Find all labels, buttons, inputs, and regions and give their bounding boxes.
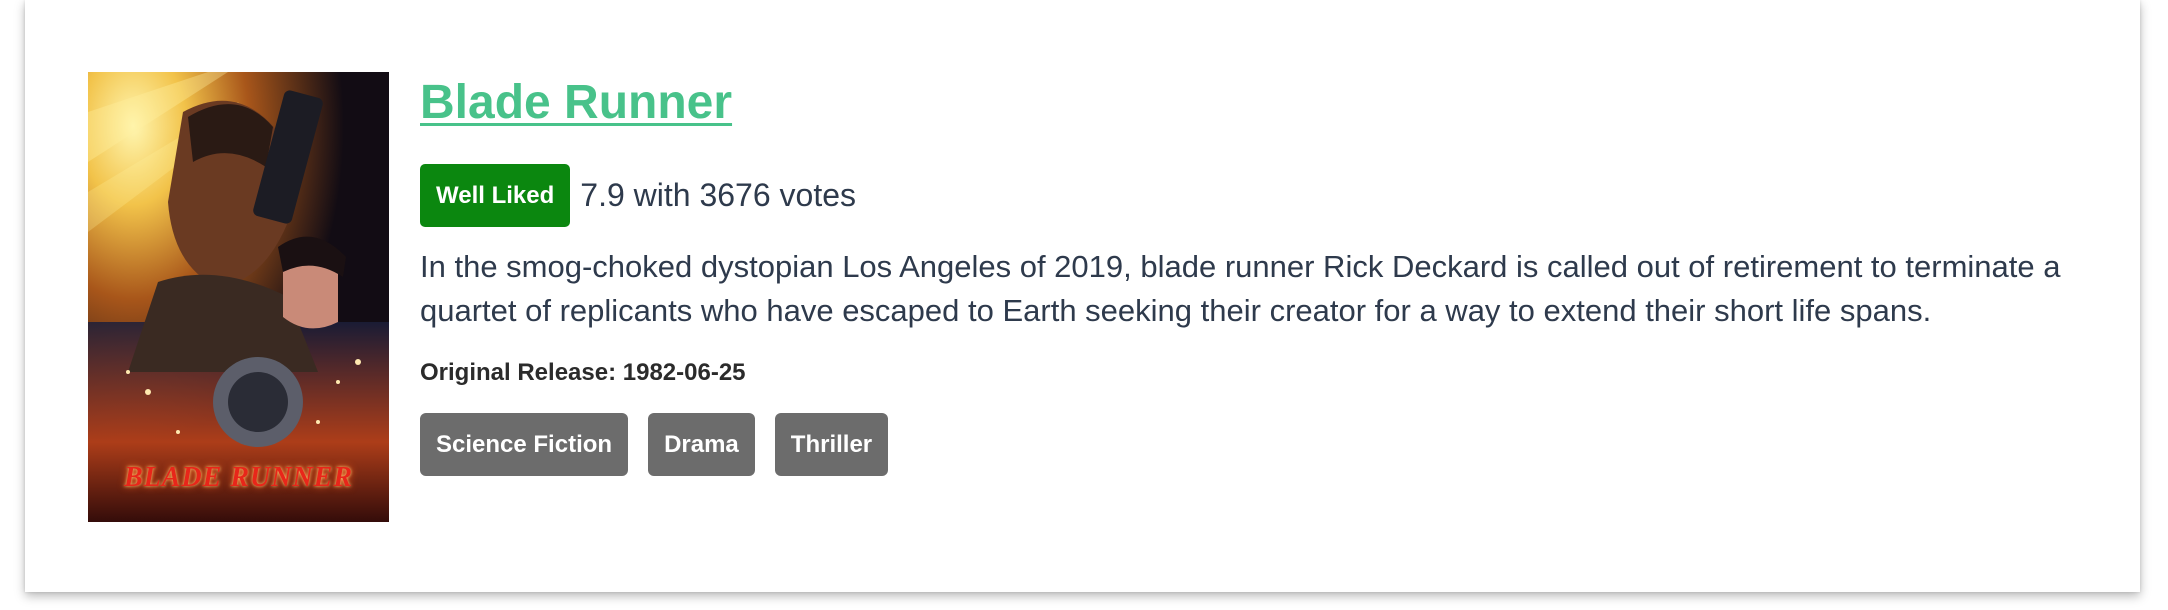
genre-tag-drama[interactable]: Drama [648,413,755,476]
release-date: Original Release: 1982-06-25 [420,359,746,386]
movie-card: BLADE RUNNER Blade Runner Well Liked 7.9… [25,0,2140,592]
rating-row: Well Liked 7.9 with 3676 votes [420,164,2100,227]
movie-details: Blade Runner Well Liked 7.9 with 3676 vo… [420,70,2100,476]
movie-overview: In the smog-choked dystopian Los Angeles… [420,249,2061,328]
genre-tag-thriller[interactable]: Thriller [774,413,889,476]
poster-artwork [88,72,389,522]
rating-text: 7.9 with 3676 votes [580,177,856,213]
poster-title-text: BLADE RUNNER [123,462,354,493]
genre-list: Science Fiction Drama Thriller [420,413,2100,476]
genre-tag-science-fiction[interactable]: Science Fiction [420,413,629,476]
movie-title-link[interactable]: Blade Runner [420,70,732,136]
movie-poster[interactable]: BLADE RUNNER [88,72,389,522]
rating-badge: Well Liked [420,164,571,227]
